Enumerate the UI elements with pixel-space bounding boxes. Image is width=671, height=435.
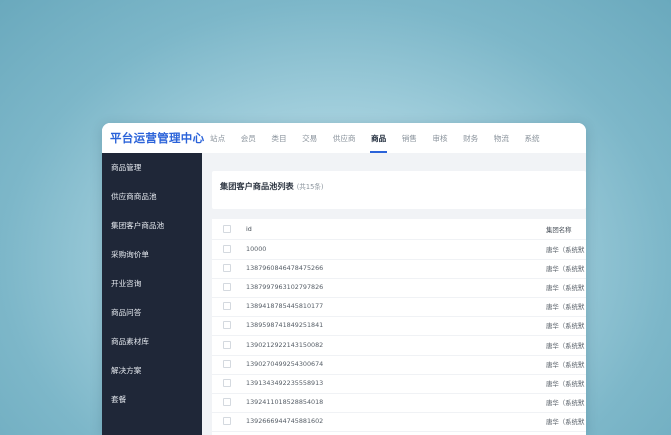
nav-item-3[interactable]: 交易 <box>302 123 317 153</box>
cell-id: 1392666944745881602 <box>246 417 324 426</box>
cell-group-name: 唐华（系统默 <box>546 360 585 369</box>
cell-group-name: 唐华（系统默 <box>546 245 585 254</box>
table-row[interactable]: 1389418785445810177 唐华（系统默 <box>212 297 586 318</box>
sidebar-item-7[interactable]: 解决方案 <box>102 356 202 385</box>
cell-id: 1387960846478475266 <box>246 263 324 272</box>
nav-item-9[interactable]: 物流 <box>494 123 509 153</box>
main-nav: 站点 会员 类目 交易 供应商 商品 销售 审核 财务 物流 系统 <box>210 123 555 153</box>
table-header-row: id 集团名称 <box>212 220 586 241</box>
data-table: id 集团名称 10000 唐华（系统默 1387960846478475266 唐华（系… <box>212 219 586 435</box>
app-title: 平台运营管理中心 <box>110 131 205 145</box>
table-row[interactable]: 1390212922143150082 唐华（系统默 <box>212 336 586 356</box>
cell-group-name: 唐华（系统默 <box>546 399 585 408</box>
nav-item-6[interactable]: 销售 <box>402 123 417 153</box>
row-checkbox[interactable] <box>223 340 231 349</box>
cell-group-name: 唐华（系统默 <box>546 418 585 427</box>
row-checkbox[interactable] <box>223 417 231 426</box>
table-row[interactable]: 10000 唐华（系统默 <box>212 240 586 260</box>
record-count: (共15条) <box>296 183 324 191</box>
sidebar-item-3[interactable]: 采购询价单 <box>102 240 202 269</box>
cell-id: 1390270499254300674 <box>246 359 324 368</box>
table-row[interactable]: 1392411018528854018 唐华（系统默 <box>212 393 586 414</box>
cell-id: 1390212922143150082 <box>246 340 324 349</box>
column-header-group-name: 集团名称 <box>546 226 572 234</box>
row-checkbox[interactable] <box>223 282 231 291</box>
cell-group-name: 唐华（系统默 <box>546 303 585 312</box>
row-checkbox[interactable] <box>223 244 231 253</box>
table-row[interactable]: 1391343492235558913 唐华（系统默 <box>212 374 586 395</box>
row-checkbox[interactable] <box>223 321 231 330</box>
cell-id: 10000 <box>246 244 267 253</box>
page-title-text: 集团客户商品池列表 <box>220 181 294 191</box>
row-checkbox[interactable] <box>223 398 231 407</box>
nav-item-10[interactable]: 系统 <box>524 123 539 153</box>
sidebar: 商品管理 供应商商品池 集团客户商品池 采购询价单 开业咨询 商品问答 商品素材库 解决方案套… <box>102 153 202 435</box>
cell-group-name: 唐华（系统默 <box>546 379 585 388</box>
sidebar-item-6[interactable]: 商品素材库 <box>102 327 202 356</box>
sidebar-item-2[interactable]: 集团客户商品池 <box>102 211 202 240</box>
page-header: 集团客户商品池列表 (共15条) <box>212 171 586 209</box>
page-title: 集团客户商品池列表 (共15条) <box>220 180 323 192</box>
nav-item-4[interactable]: 供应商 <box>333 123 356 153</box>
cell-id: 1387997963102797826 <box>246 282 324 291</box>
top-navbar: 平台运营管理中心 站点 会员 类目 交易 供应商 商品 销售 审核 财务 物流 系统 <box>102 123 586 154</box>
main-content: 集团客户商品池列表 (共15条) id 集团名称 10000 唐华（系统默 1387960… <box>202 153 586 435</box>
select-all-checkbox[interactable] <box>223 225 231 233</box>
nav-item-5[interactable]: 商品 <box>370 123 388 153</box>
cell-group-name: 唐华（系统默 <box>546 283 585 292</box>
table-row[interactable]: 1387997963102797826 唐华（系统默 <box>212 278 586 299</box>
sidebar-item-8[interactable]: 套餐 <box>102 385 202 414</box>
column-header-id: id <box>246 225 252 233</box>
table-row[interactable]: 1392666944745881602 唐华（系统默 <box>212 412 586 433</box>
nav-item-0[interactable]: 站点 <box>210 123 225 153</box>
table-row[interactable]: 1390270499254300674 唐华（系统默 <box>212 355 586 375</box>
cell-id: 1389418785445810177 <box>246 302 324 311</box>
app-window: 平台运营管理中心 站点 会员 类目 交易 供应商 商品 销售 审核 财务 物流 系统 商品管理 供应商… <box>102 123 586 435</box>
cell-group-name: 唐华（系统默 <box>546 264 585 273</box>
cell-id: 1389598741849251841 <box>246 321 324 330</box>
row-checkbox[interactable] <box>223 359 231 368</box>
nav-item-2[interactable]: 类目 <box>271 123 286 153</box>
cell-id: 1392411018528854018 <box>246 398 324 407</box>
cell-group-name: 唐华（系统默 <box>546 341 585 350</box>
sidebar-item-4[interactable]: 开业咨询 <box>102 269 202 298</box>
sidebar-item-5[interactable]: 商品问答 <box>102 298 202 327</box>
row-checkbox[interactable] <box>223 378 231 387</box>
table-row[interactable]: 1387960846478475266 唐华（系统默 <box>212 259 586 279</box>
cell-group-name: 唐华（系统默 <box>546 322 585 331</box>
cell-id: 1391343492235558913 <box>246 378 324 387</box>
nav-item-8[interactable]: 财务 <box>463 123 478 153</box>
table-row[interactable]: 1389598741849251841 唐华（系统默 <box>212 316 586 337</box>
row-checkbox[interactable] <box>223 302 231 311</box>
nav-item-1[interactable]: 会员 <box>241 123 256 153</box>
sidebar-item-1[interactable]: 供应商商品池 <box>102 182 202 211</box>
sidebar-item-0[interactable]: 商品管理 <box>102 153 202 182</box>
row-checkbox[interactable] <box>223 263 231 272</box>
nav-item-7[interactable]: 审核 <box>432 123 447 153</box>
